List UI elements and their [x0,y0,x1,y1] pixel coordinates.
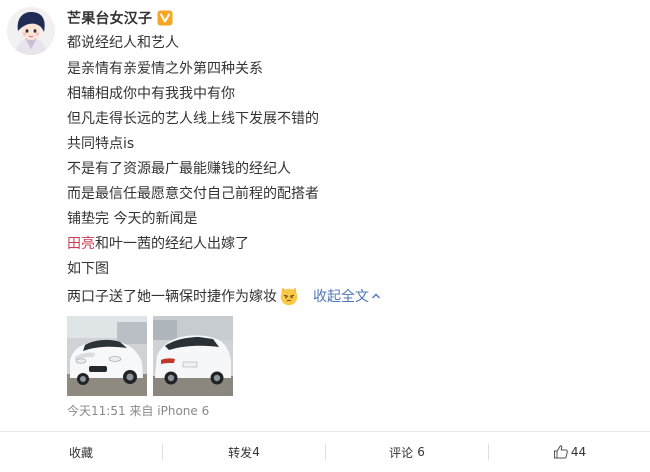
last-line-text: 两口子送了她一辆保时捷作为嫁妆 [67,289,277,305]
post-text-line: 是亲情有亲爱情之外第四种关系 [67,61,263,77]
cartoon-avatar-icon [7,7,55,55]
post-text-line: 而是最信任最愿意交付自己前程的配搭者 [67,186,319,202]
post-text-line-mention: 田亮和叶一茜的经纪人出嫁了 [67,234,249,254]
collapse-button[interactable]: 收起全文 [313,289,381,305]
avatar[interactable] [7,7,55,55]
repost-label: 转发 [228,445,253,460]
comment-button[interactable]: 评论 6 [326,432,488,472]
post-text-line: 铺垫完 今天的新闻是 [67,211,198,227]
chevron-up-icon [371,287,381,299]
post-source: iPhone 6 [157,404,210,418]
post-text-line: 相辅相成你中有我我中有你 [67,86,235,102]
mention-rest-text: 和叶一茜的经纪人出嫁了 [95,236,249,252]
post-text-line: 共同特点is [67,136,135,152]
mention-link[interactable]: 田亮 [67,236,95,252]
white-porsche-front-photo[interactable] [67,316,147,396]
action-bar: 收藏 转发 4 评论 6 44 [0,431,650,472]
repost-count: 4 [252,445,260,459]
like-count: 44 [570,445,587,459]
like-button[interactable]: 44 [489,432,650,472]
post-text-line: 如下图 [67,261,109,277]
post-text-line: 都说经纪人和艺人 [67,35,179,51]
post-text-line-last: 两口子送了她一辆保时捷作为嫁妆 收起全文 [67,286,381,307]
thumbs-up-icon [553,444,569,460]
author-name[interactable]: 芒果台女汉子 [67,8,152,28]
post-time[interactable]: 今天11:51 [67,404,126,418]
post-meta: 今天11:51 来自 iPhone 6 [67,403,209,419]
favorite-label: 收藏 [68,445,93,460]
collapse-label: 收起全文 [313,289,369,305]
from-label: 来自 [129,404,154,418]
comment-label: 评论 [389,445,414,460]
white-porsche-rear-photo[interactable] [153,316,233,396]
favorite-button[interactable]: 收藏 [0,432,162,472]
author-header: 芒果台女汉子 [67,8,173,28]
post-text-line: 不是有了资源最广最能赚钱的经纪人 [67,161,291,177]
comment-count: 6 [417,445,425,459]
repost-button[interactable]: 转发 4 [163,432,325,472]
cat-emoji-icon [279,286,299,306]
post-text-line: 但凡走得长远的艺人线上线下发展不错的 [67,111,319,127]
verified-v-icon[interactable] [157,10,173,26]
